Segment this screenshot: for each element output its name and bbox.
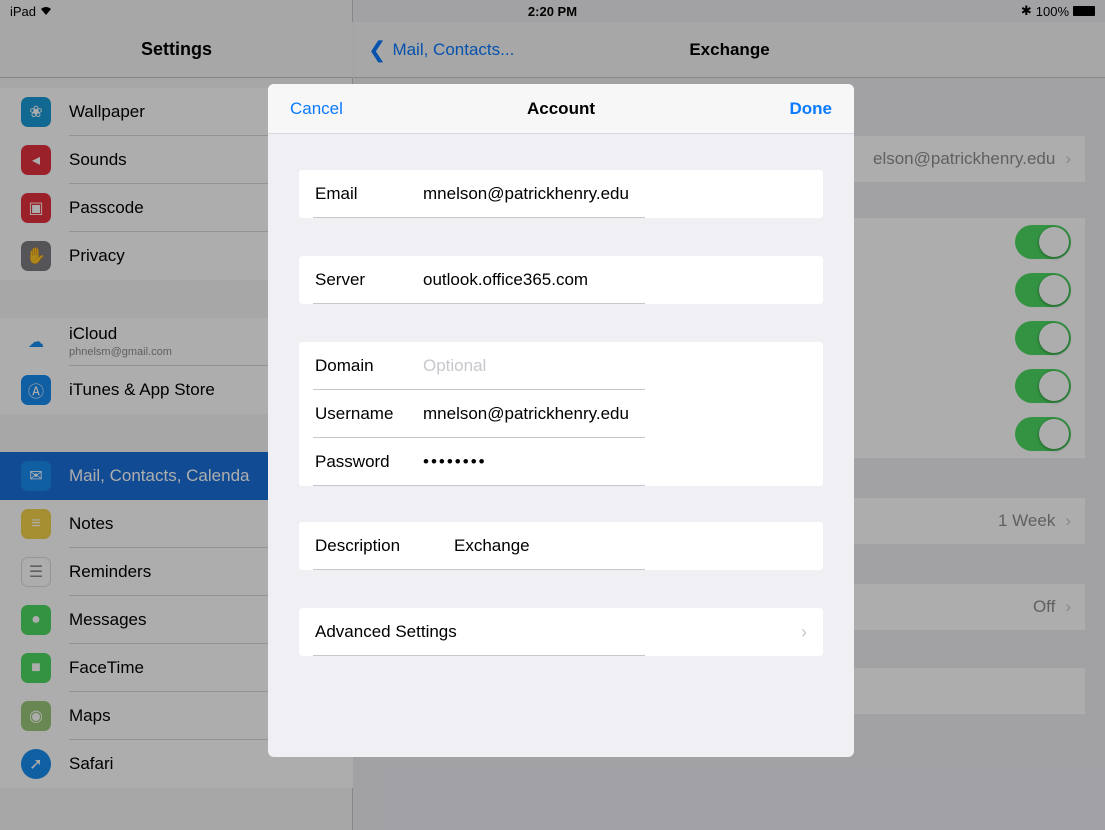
battery-icon [1073, 6, 1095, 16]
description-row[interactable]: Description Exchange [299, 522, 823, 570]
device-label: iPad [10, 3, 37, 19]
chevron-right-icon: › [801, 621, 807, 642]
email-row[interactable]: Email mnelson@patrickhenry.edu [299, 170, 823, 218]
wifi-icon [40, 4, 52, 19]
username-label: Username [315, 404, 394, 423]
done-button[interactable]: Done [790, 99, 833, 119]
description-group: Description Exchange [299, 522, 823, 570]
advanced-group: Advanced Settings › [299, 608, 823, 656]
password-field[interactable]: •••••••• [423, 452, 487, 472]
description-field[interactable]: Exchange [454, 536, 530, 556]
server-group: Server outlook.office365.com [299, 256, 823, 304]
advanced-settings-label: Advanced Settings [315, 622, 457, 641]
status-time: 2:20 PM [527, 3, 578, 19]
server-field[interactable]: outlook.office365.com [423, 270, 588, 290]
description-label: Description [315, 536, 401, 555]
server-label: Server [315, 270, 366, 289]
username-field[interactable]: mnelson@patrickhenry.edu [423, 404, 629, 424]
email-label: Email [315, 184, 358, 203]
modal-header: Cancel Account Done [268, 84, 854, 134]
credentials-group: Domain Optional Username mnelson@patrick… [299, 342, 823, 486]
domain-row[interactable]: Domain Optional [299, 342, 823, 390]
bluetooth-icon: ✱ [1020, 3, 1032, 18]
email-field[interactable]: mnelson@patrickhenry.edu [423, 184, 629, 204]
battery-percent: 100% [1035, 3, 1069, 19]
password-label: Password [315, 452, 390, 471]
advanced-settings-row[interactable]: Advanced Settings › [299, 608, 823, 656]
email-group: Email mnelson@patrickhenry.edu [299, 170, 823, 218]
username-row[interactable]: Username mnelson@patrickhenry.edu [299, 390, 823, 438]
status-bar: iPad 2:20 PM ✱ 100% [0, 0, 1105, 22]
server-row[interactable]: Server outlook.office365.com [299, 256, 823, 304]
domain-field[interactable]: Optional [423, 356, 486, 376]
domain-label: Domain [315, 356, 374, 375]
password-row[interactable]: Password •••••••• [299, 438, 823, 486]
account-modal: Cancel Account Done Email mnelson@patric… [268, 84, 854, 757]
modal-title: Account [527, 98, 595, 118]
